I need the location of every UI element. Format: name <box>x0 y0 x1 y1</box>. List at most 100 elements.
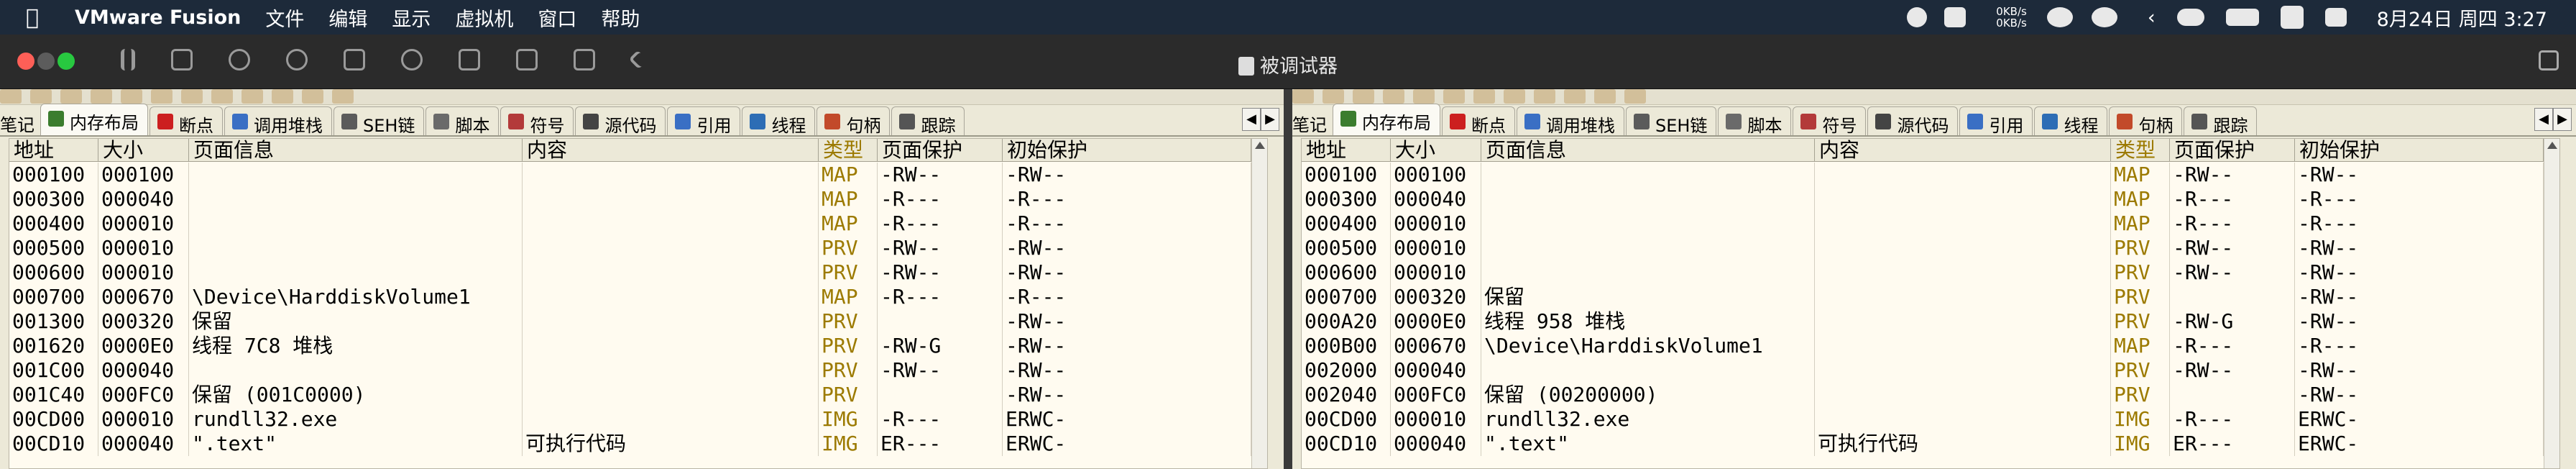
table-row[interactable]: 000700 000670 \Device\HarddiskVolume1 MAP -R… <box>9 285 1267 309</box>
tab-source[interactable]: 源代码 <box>1867 106 1959 136</box>
toolbar-icon[interactable] <box>1534 89 1555 104</box>
tab-script[interactable]: 脚本 <box>426 106 500 136</box>
table-row[interactable]: 000700 000320 保留 PRV -RW-- <box>1302 285 2559 309</box>
tab-symbol[interactable]: 符号 <box>500 106 574 136</box>
tab-scroll-left[interactable]: ◀ <box>1242 108 1261 131</box>
menu-edit[interactable]: 编辑 <box>328 4 367 32</box>
scroll-up-arrow[interactable] <box>2547 142 2557 149</box>
table-row[interactable]: 002040 000FC0 保留 (00200000) PRV -RW-- <box>1302 383 2559 407</box>
tab-source[interactable]: 源代码 <box>575 106 666 136</box>
tab-trace[interactable]: 跟踪 <box>891 106 965 136</box>
tab-scroll-right[interactable]: ▶ <box>1261 108 1279 131</box>
menu-vm[interactable]: 虚拟机 <box>455 4 513 32</box>
tab-callstack[interactable]: 调用堆栈 <box>224 106 332 136</box>
table-row[interactable]: 001620 0000E0 线程 7C8 堆栈 PRV -RW-G -RW-- <box>9 334 1267 358</box>
menu-view[interactable]: 显示 <box>392 4 431 32</box>
link-icon[interactable] <box>2176 9 2204 26</box>
toolbar-icon[interactable] <box>1443 89 1465 104</box>
cat-icon[interactable] <box>1944 7 1966 27</box>
apple-menu-icon[interactable]:  <box>26 5 62 30</box>
table-row[interactable]: 000400 000010 MAP -R--- -R--- <box>9 211 1267 236</box>
toolbar-icon[interactable] <box>211 89 233 104</box>
table-row[interactable]: 00CD10 000040 ".text" 可执行代码 IMG ER--- ERWC- <box>9 432 1267 456</box>
column-header-type[interactable]: 类型 <box>2111 139 2170 162</box>
qq-icon[interactable] <box>1907 7 1928 27</box>
tab-scroll-right[interactable]: ▶ <box>2553 108 2572 131</box>
tab-reference[interactable]: 引用 <box>667 106 741 136</box>
column-header-page-info[interactable]: 页面信息 <box>189 139 523 162</box>
tab-reference[interactable]: 引用 <box>1959 106 2033 136</box>
tab-symbol[interactable]: 符号 <box>1793 106 1867 136</box>
tab-callstack[interactable]: 调用堆栈 <box>1517 106 1624 136</box>
scroll-up-arrow[interactable] <box>1255 142 1265 149</box>
column-header-page-info[interactable]: 页面信息 <box>1481 139 1815 162</box>
table-row[interactable]: 000B00 000670 \Device\HarddiskVolume1 MAP -R… <box>1302 334 2559 358</box>
toolbar-icon[interactable] <box>30 89 52 104</box>
vertical-scrollbar[interactable] <box>2544 139 2559 468</box>
tab-handle[interactable]: 句柄 <box>2109 106 2183 136</box>
wechat-work-icon[interactable] <box>2091 7 2117 27</box>
toolbar-icon[interactable] <box>1383 89 1404 104</box>
table-row[interactable]: 002000 000040 PRV -RW-- -RW-- <box>1302 358 2559 383</box>
table-row[interactable]: 000600 000010 PRV -RW-- -RW-- <box>9 260 1267 285</box>
table-row[interactable]: 00CD00 000010 rundll32.exe IMG -R--- ERWC- <box>9 407 1267 432</box>
tab-seh[interactable]: SEH链 <box>1626 106 1717 136</box>
toolbar-icon[interactable] <box>181 89 203 104</box>
toolbar-icon[interactable] <box>242 89 263 104</box>
table-row[interactable]: 000500 000010 PRV -RW-- -RW-- <box>9 236 1267 260</box>
wechat-icon[interactable] <box>2046 7 2073 27</box>
toolbar-icon[interactable] <box>1413 89 1435 104</box>
tab-breakpoint[interactable]: 断点 <box>150 106 223 136</box>
tab-thread[interactable]: 线程 <box>742 106 816 136</box>
table-row[interactable]: 000100 000100 MAP -RW-- -RW-- <box>9 163 1267 187</box>
chevron-left-icon[interactable]: ‹ <box>2148 6 2156 29</box>
toolbar-icon[interactable] <box>121 89 142 104</box>
s-app-icon[interactable] <box>2280 6 2304 29</box>
tab-memory[interactable]: 内存布局 <box>1333 104 1440 135</box>
toolbar-icon[interactable] <box>1594 89 1616 104</box>
column-header-address[interactable]: 地址 <box>9 139 98 162</box>
column-header-address[interactable]: 地址 <box>1302 139 1391 162</box>
toolbar-icon[interactable] <box>1292 89 1314 104</box>
table-row[interactable]: 001C40 000FC0 保留 (001C0000) PRV -RW-- <box>9 383 1267 407</box>
table-row[interactable]: 000600 000010 PRV -RW-- -RW-- <box>1302 260 2559 285</box>
vertical-scrollbar[interactable] <box>1251 139 1267 468</box>
column-header-content[interactable]: 内容 <box>523 139 819 162</box>
column-header-initial-protection[interactable]: 初始保护 <box>1003 139 1251 162</box>
table-row[interactable]: 000100 000100 MAP -RW-- -RW-- <box>1302 163 2559 187</box>
table-row[interactable]: 000300 000040 MAP -R--- -R--- <box>9 187 1267 211</box>
tab-memory[interactable]: 内存布局 <box>40 104 148 135</box>
tab-breakpoint[interactable]: 断点 <box>1442 106 1515 136</box>
toolbar-icon[interactable] <box>60 89 82 104</box>
toolbar-icon[interactable] <box>1624 89 1646 104</box>
toolbar-icon[interactable] <box>91 89 112 104</box>
app-menu[interactable]: VMware Fusion <box>75 6 241 29</box>
toolbar-icon[interactable] <box>1322 89 1344 104</box>
toolbar-icon[interactable] <box>0 89 22 104</box>
column-header-page-protection[interactable]: 页面保护 <box>2170 139 2295 162</box>
control-center-icon[interactable] <box>2324 8 2347 27</box>
tab-handle[interactable]: 句柄 <box>816 106 891 136</box>
column-header-page-protection[interactable]: 页面保护 <box>878 139 1003 162</box>
tab-seh[interactable]: SEH链 <box>334 106 425 136</box>
toolbar-icon[interactable] <box>1353 89 1374 104</box>
menu-help[interactable]: 帮助 <box>601 4 640 32</box>
tab-trace[interactable]: 跟踪 <box>2184 106 2258 136</box>
toolbar-icon[interactable] <box>302 89 323 104</box>
column-header-initial-protection[interactable]: 初始保护 <box>2295 139 2544 162</box>
table-row[interactable]: 00CD10 000040 ".text" 可执行代码 IMG ER--- ERWC- <box>1302 432 2559 456</box>
fullscreen-icon[interactable] <box>2539 50 2559 70</box>
table-row[interactable]: 000300 000040 MAP -R--- -R--- <box>1302 187 2559 211</box>
toolbar-icon[interactable] <box>151 89 172 104</box>
toolbar-icon[interactable] <box>1473 89 1495 104</box>
table-row[interactable]: 001C00 000040 PRV -RW-- -RW-- <box>9 358 1267 383</box>
column-header-size[interactable]: 大小 <box>98 139 189 162</box>
menu-window[interactable]: 窗口 <box>538 4 576 32</box>
toolbar-icon[interactable] <box>1504 89 1525 104</box>
tab-notes[interactable]: 笔记 <box>1292 106 1333 135</box>
column-header-size[interactable]: 大小 <box>1391 139 1481 162</box>
tab-notes[interactable]: 笔记 <box>0 106 40 135</box>
toolbar-icon[interactable] <box>272 89 293 104</box>
table-row[interactable]: 000500 000010 PRV -RW-- -RW-- <box>1302 236 2559 260</box>
column-header-content[interactable]: 内容 <box>1815 139 2111 162</box>
